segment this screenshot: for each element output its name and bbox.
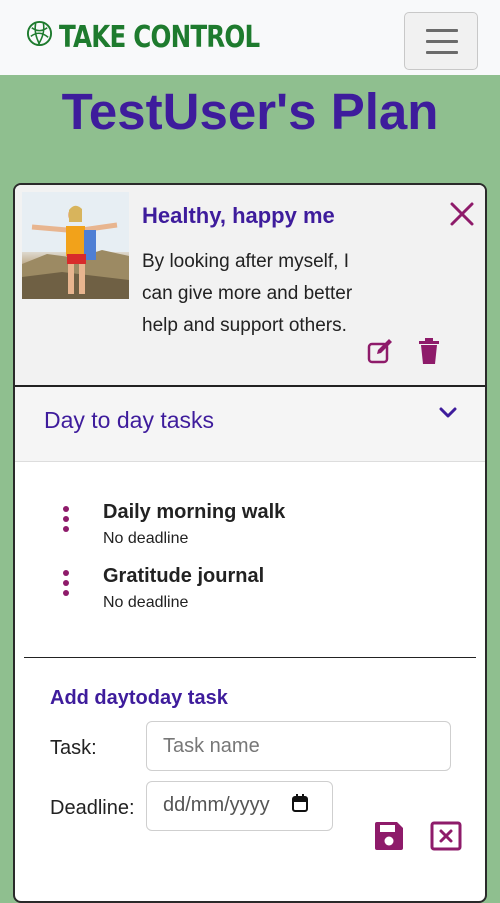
- hamburger-line: [426, 40, 458, 43]
- task-item: Gratitude journal No deadline: [15, 565, 485, 621]
- floppy-disk-icon[interactable]: [374, 821, 404, 851]
- close-x-icon[interactable]: [449, 201, 475, 227]
- trash-icon[interactable]: [418, 338, 440, 364]
- navbar: TAKE CONTROL: [0, 0, 500, 75]
- square-x-icon[interactable]: [430, 821, 462, 851]
- deadline-date-input[interactable]: dd/mm/yyyy: [146, 781, 333, 831]
- accordion-title: Day to day tasks: [44, 407, 215, 433]
- task-name: Daily morning walk: [103, 501, 286, 523]
- date-placeholder: dd/mm/yyyy: [163, 794, 270, 816]
- divider: [24, 657, 476, 658]
- goal-card: Healthy, happy me By looking after mysel…: [13, 183, 487, 903]
- accordion-header-day-to-day[interactable]: Day to day tasks: [15, 387, 485, 462]
- brand-name: TAKE CONTROL: [59, 20, 260, 55]
- navbar-toggle-button[interactable]: [404, 12, 478, 70]
- goal-description: By looking after myself, I can give more…: [142, 251, 353, 336]
- calendar-icon[interactable]: [292, 794, 308, 812]
- brand-link[interactable]: TAKE CONTROL: [26, 12, 303, 55]
- goal-title: Healthy, happy me: [142, 203, 335, 228]
- task-label: Task:: [50, 737, 97, 759]
- task-name: Gratitude journal: [103, 565, 265, 587]
- task-name-input[interactable]: [146, 721, 451, 771]
- page-title: TestUser's Plan: [61, 83, 439, 140]
- edit-square-icon[interactable]: [367, 338, 393, 364]
- task-item: Daily morning walk No deadline: [15, 501, 485, 557]
- hamburger-menu-icon: [426, 29, 458, 32]
- globe-logo-icon: [26, 20, 53, 47]
- deadline-label: Deadline:: [50, 797, 135, 819]
- vertical-ellipsis-icon[interactable]: [62, 570, 70, 596]
- task-deadline: No deadline: [103, 530, 189, 547]
- add-task-title: Add daytoday task: [50, 687, 228, 709]
- vertical-ellipsis-icon[interactable]: [62, 506, 70, 532]
- chevron-down-icon[interactable]: [439, 406, 457, 420]
- hamburger-line: [426, 51, 458, 54]
- goal-image: [22, 192, 129, 299]
- task-deadline: No deadline: [103, 594, 189, 611]
- hiker-image: [22, 192, 129, 299]
- goal-section: Healthy, happy me By looking after mysel…: [15, 185, 485, 387]
